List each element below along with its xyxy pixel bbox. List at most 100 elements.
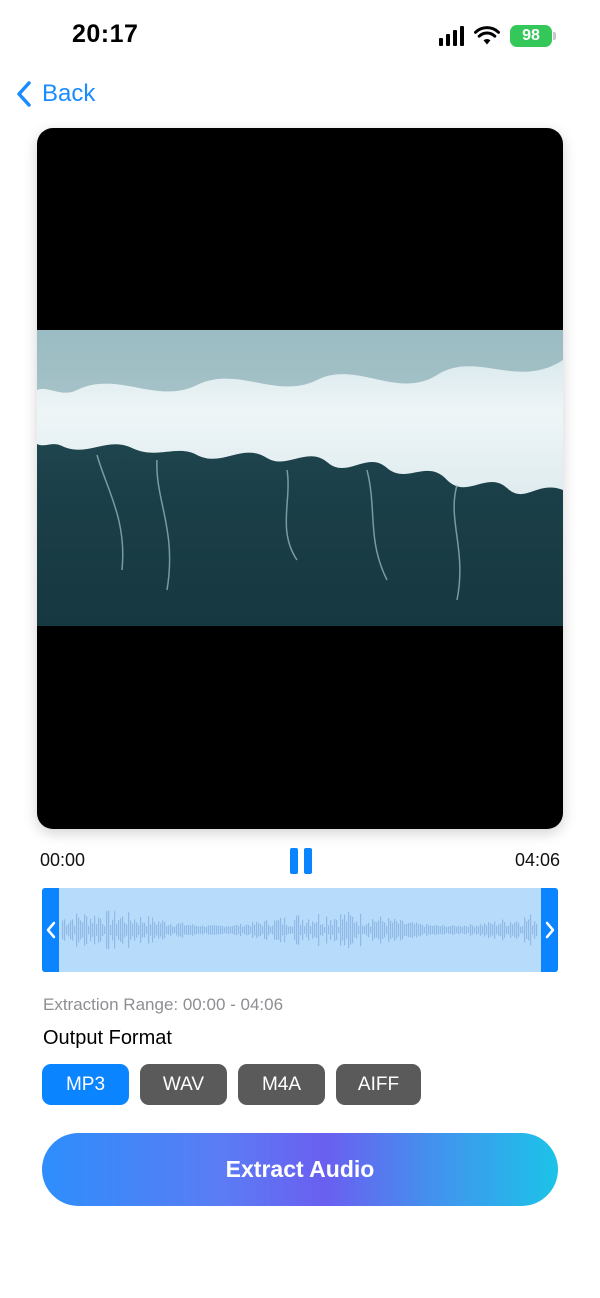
chevron-right-icon [545,921,554,939]
waveform-bar [202,925,204,935]
chevron-left-icon [17,81,31,107]
waveform-bar [460,926,462,934]
extract-audio-button[interactable]: Extract Audio [42,1133,558,1206]
waveform-bar [154,922,156,938]
waveform-bar [214,925,216,935]
waveform-bar [256,922,258,938]
waveform-bar [374,921,376,939]
waveform-bar [444,925,446,935]
waveform-bar [144,922,146,938]
waveform-bar [528,919,530,941]
back-button[interactable]: Back [16,80,95,108]
video-preview[interactable] [37,128,563,829]
waveform-bar [424,926,426,934]
waveform-bar [72,919,74,941]
waveform-bar [316,922,318,938]
format-mp3-button[interactable]: MP3 [42,1064,129,1105]
waveform-bar [400,919,402,941]
video-frame-image [37,330,563,626]
waveform-bar [510,922,512,938]
waveform-bar [410,922,412,938]
format-m4a-button[interactable]: M4A [238,1064,325,1105]
audio-waveform-selection[interactable] [42,888,558,972]
waveform-bar [488,921,490,939]
waveform-bar [516,921,518,939]
waveform-bar [368,922,370,938]
waveform-graphic [62,910,538,950]
pause-button[interactable] [290,848,312,874]
waveform-bar [334,918,336,942]
waveform-bar [156,924,158,936]
waveform-bar [480,924,482,936]
pause-bar-left [290,848,298,874]
waveform-bar [418,924,420,936]
battery-level: 98 [522,27,540,44]
battery-icon: 98 [510,25,556,47]
waveform-bar [430,925,432,935]
waveform-bar [440,926,442,934]
waveform-bar [166,925,168,935]
waveform-bar [286,925,288,935]
waveform-bar [422,925,424,935]
trim-end-handle[interactable] [541,888,558,972]
waveform-bar [474,926,476,934]
waveform-bar [138,924,140,936]
waveform-bar [234,925,236,935]
waveform-bar [452,925,454,935]
waveform-bar [74,925,76,935]
waveform-bar [94,915,96,945]
waveform-bar [446,926,448,934]
waveform-bar [364,926,366,934]
waveform-bar [136,922,138,938]
waveform-bar [522,926,524,934]
waveform-bar [264,921,266,939]
waveform-bar [296,915,298,945]
waveform-bar [394,919,396,941]
waveform-bar [64,919,66,941]
waveform-bar [70,920,72,940]
waveform-bar [212,925,214,935]
waveform-bar [106,911,108,949]
waveform-bar [366,924,368,936]
waveform-bar [462,926,464,934]
waveform-bar [80,920,82,940]
trim-start-handle[interactable] [42,888,59,972]
waveform-bar [96,924,98,936]
format-wav-button[interactable]: WAV [140,1064,227,1105]
waveform-bar [482,925,484,935]
status-icons: 98 [439,22,556,50]
chevron-left-icon [46,921,55,939]
waveform-bar [118,920,120,940]
waveform-bar [472,925,474,935]
waveform-bar [464,925,466,935]
waveform-bar [112,919,114,941]
waveform-bar [318,914,320,946]
waveform-bar [392,922,394,938]
waveform-bar [484,923,486,937]
waveform-bar [520,926,522,934]
waveform-bar [534,921,536,939]
waveform-bar [226,926,228,934]
waveform-bar [322,924,324,936]
waveform-bar [530,914,532,946]
waveform-bar [218,925,220,935]
waveform-bar [310,925,312,935]
waveform-bar [396,921,398,939]
waveform-bar [252,922,254,938]
waveform-bar [272,925,274,935]
waveform-bar [158,921,160,939]
waveform-bar [160,923,162,937]
waveform-bar [62,920,64,940]
waveform-bar [114,911,116,949]
waveform-bar [146,926,148,934]
format-aiff-button[interactable]: AIFF [336,1064,421,1105]
waveform-bar [442,925,444,935]
waveform-bar [314,923,316,937]
waveform-bar [208,925,210,935]
waveform-bar [260,923,262,937]
waveform-bar [134,919,136,941]
waveform-bar [326,916,328,944]
waveform-bar [390,920,392,940]
waveform-bar [470,924,472,936]
waveform-bar [432,926,434,934]
